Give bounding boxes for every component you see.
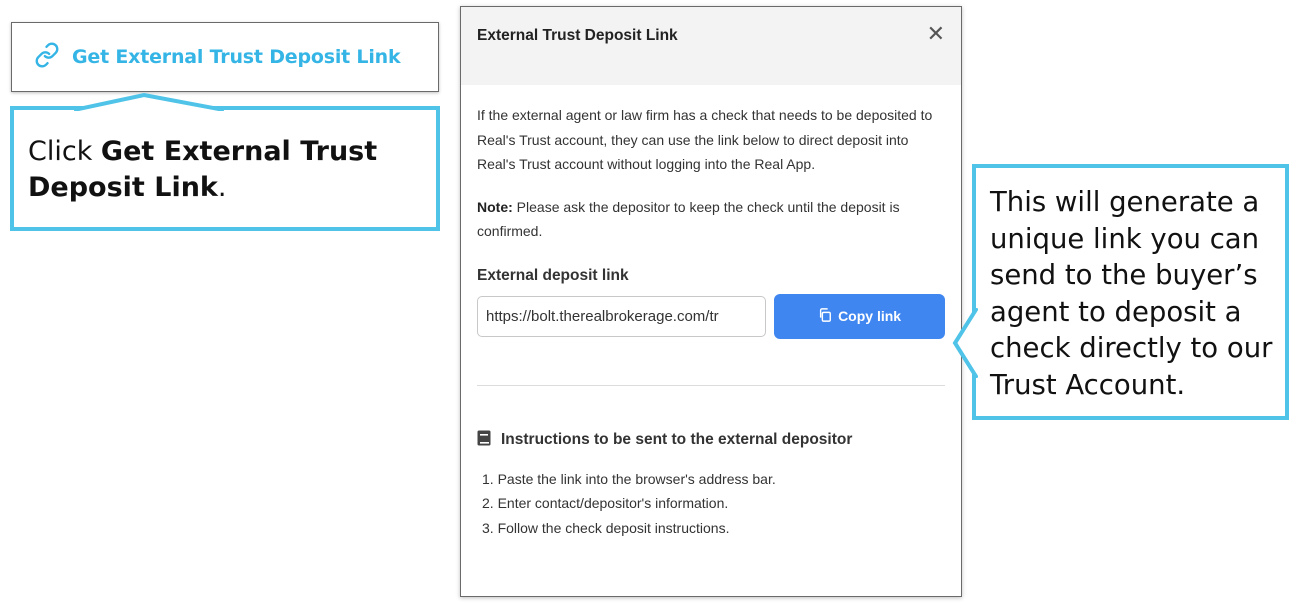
- modal-body: If the external agent or law firm has a …: [461, 85, 961, 540]
- trigger-snippet: Get External Trust Deposit Link: [11, 22, 439, 92]
- instruction-item: 3. Follow the check deposit instructions…: [482, 519, 730, 536]
- copy-icon: [818, 307, 832, 325]
- copy-link-label: Copy link: [838, 308, 902, 324]
- callout-right-text: This will generate a unique link you can…: [990, 186, 1273, 401]
- external-trust-deposit-link-modal: External Trust Deposit Link ✕ If the ext…: [460, 6, 962, 597]
- divider: [477, 384, 945, 386]
- callout-tail: [952, 308, 978, 378]
- book-icon: [477, 430, 491, 451]
- modal-description: If the external agent or law firm has a …: [477, 107, 933, 172]
- note-label: Note:: [477, 198, 513, 215]
- get-external-trust-deposit-link-label: Get External Trust Deposit Link: [72, 46, 401, 68]
- link-icon: [34, 42, 60, 72]
- instructions-heading: Instructions to be sent to the external …: [477, 430, 945, 451]
- get-external-trust-deposit-link-button[interactable]: Get External Trust Deposit Link: [34, 42, 401, 72]
- external-deposit-link-label: External deposit link: [477, 266, 629, 284]
- external-deposit-link-input[interactable]: [477, 295, 767, 337]
- modal-note: Note: Please ask the depositor to keep t…: [477, 195, 945, 244]
- instructions-title: Instructions to be sent to the external …: [501, 431, 853, 448]
- instruction-item: 1. Paste the link into the browser's add…: [482, 470, 776, 487]
- modal-title: External Trust Deposit Link: [477, 27, 678, 44]
- instructions-list: 1. Paste the link into the browser's add…: [477, 467, 945, 541]
- callout-click-instruction: Click Get External Trust Deposit Link.: [10, 93, 440, 231]
- callout-tail: [74, 93, 224, 111]
- copy-link-button[interactable]: Copy link: [774, 293, 945, 339]
- modal-header: External Trust Deposit Link ✕: [461, 7, 961, 85]
- callout-left-suffix: .: [217, 172, 227, 203]
- link-row: Copy link: [477, 293, 945, 339]
- instruction-item: 2. Enter contact/depositor's information…: [482, 495, 729, 511]
- close-icon[interactable]: ✕: [927, 24, 945, 46]
- callout-left-prefix: Click: [28, 136, 101, 167]
- note-text: Please ask the depositor to keep the che…: [477, 198, 900, 240]
- callout-link-explanation: This will generate a unique link you can…: [952, 164, 1289, 420]
